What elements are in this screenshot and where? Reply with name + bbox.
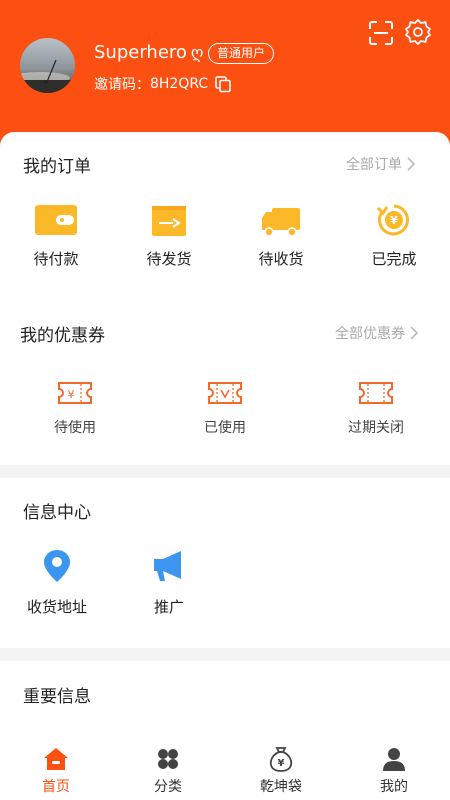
invite-code: 8H2QRC [150,76,209,92]
info-promotion-label: 推广 [153,598,184,616]
order-completed-label: 已完成 [371,250,417,268]
person-icon [383,748,405,771]
order-pending-payment-label: 待付款 [33,250,79,268]
order-pending-shipment-label: 待发货 [146,250,192,268]
box-ship-icon [152,206,186,236]
invite-label: 邀请码： [94,77,150,93]
tab-category-label: 分类 [154,779,182,795]
orders-title: 我的订单 [23,157,91,177]
svg-text:¥: ¥ [68,388,75,401]
info-promotion[interactable]: 推广 [129,548,209,617]
copy-icon[interactable] [214,75,232,93]
order-pending-shipment[interactable]: 待发货 [129,202,209,269]
bottom-tab-bar: 首页 分类 ¥ 乾坤袋 我的 [0,728,450,800]
tab-mine-label: 我的 [380,779,408,795]
invite-code-row: 邀请码： 8H2QRC [94,74,232,94]
all-orders-link[interactable]: 全部订单 [346,154,416,174]
order-pending-payment[interactable]: 待付款 [16,202,96,269]
info-address[interactable]: 收货地址 [17,548,97,617]
tab-home-label: 首页 [42,779,70,795]
info-address-label: 收货地址 [26,598,87,616]
coupon-blank-icon [359,382,393,404]
svg-text:¥: ¥ [390,214,398,227]
order-pending-receipt-label: 待收货 [258,250,304,268]
coupon-unused-label: 待使用 [54,420,96,436]
coupon-used-label: 已使用 [204,420,246,436]
tab-money-bag[interactable]: ¥ 乾坤袋 [225,728,337,800]
home-icon [44,748,68,770]
coupon-expired[interactable]: 过期关闭 [336,379,416,437]
chevron-right-icon [407,157,416,171]
all-coupons-label: 全部优惠券 [335,326,405,342]
truck-icon [262,208,300,237]
tab-category[interactable]: 分类 [112,728,224,800]
all-orders-label: 全部订单 [346,157,402,173]
location-pin-icon [44,550,70,582]
username-glyph: ღ [190,43,204,62]
coupon-check-icon [208,382,242,404]
username-text: Superhero [94,42,187,63]
megaphone-icon [154,551,181,581]
wallet-icon [35,205,77,235]
order-pending-receipt[interactable]: 待收货 [241,202,321,269]
yen-refresh-icon: ¥ [376,204,409,236]
orders-card: 我的订单 全部订单 待付款 待发货 待收货 ¥ 已完成 我的优惠券 全部优惠券 … [0,132,450,465]
info-center-card: 信息中心 收货地址 推广 [0,478,450,648]
tab-money-bag-label: 乾坤袋 [260,779,302,795]
tab-home[interactable]: 首页 [0,728,112,800]
coupon-expired-label: 过期关闭 [348,420,404,436]
order-completed[interactable]: ¥ 已完成 [354,202,434,269]
coupon-yen-icon: ¥ [58,382,92,404]
gear-icon[interactable] [404,18,432,46]
chevron-right-icon [410,326,419,340]
coupon-used[interactable]: 已使用 [185,379,265,437]
info-center-title: 信息中心 [23,503,91,523]
avatar[interactable] [20,38,75,93]
category-icon [158,749,178,769]
coupon-unused[interactable]: ¥ 待使用 [35,379,115,437]
important-info-title: 重要信息 [23,687,91,707]
user-level-badge: 普通用户 [208,43,275,64]
money-bag-icon: ¥ [269,747,293,772]
tab-mine[interactable]: 我的 [338,728,450,800]
svg-text:¥: ¥ [278,758,285,769]
coupons-title: 我的优惠券 [20,326,105,346]
scan-icon[interactable] [368,20,394,46]
all-coupons-link[interactable]: 全部优惠券 [335,323,419,343]
username: Superhero ღ [94,42,204,63]
